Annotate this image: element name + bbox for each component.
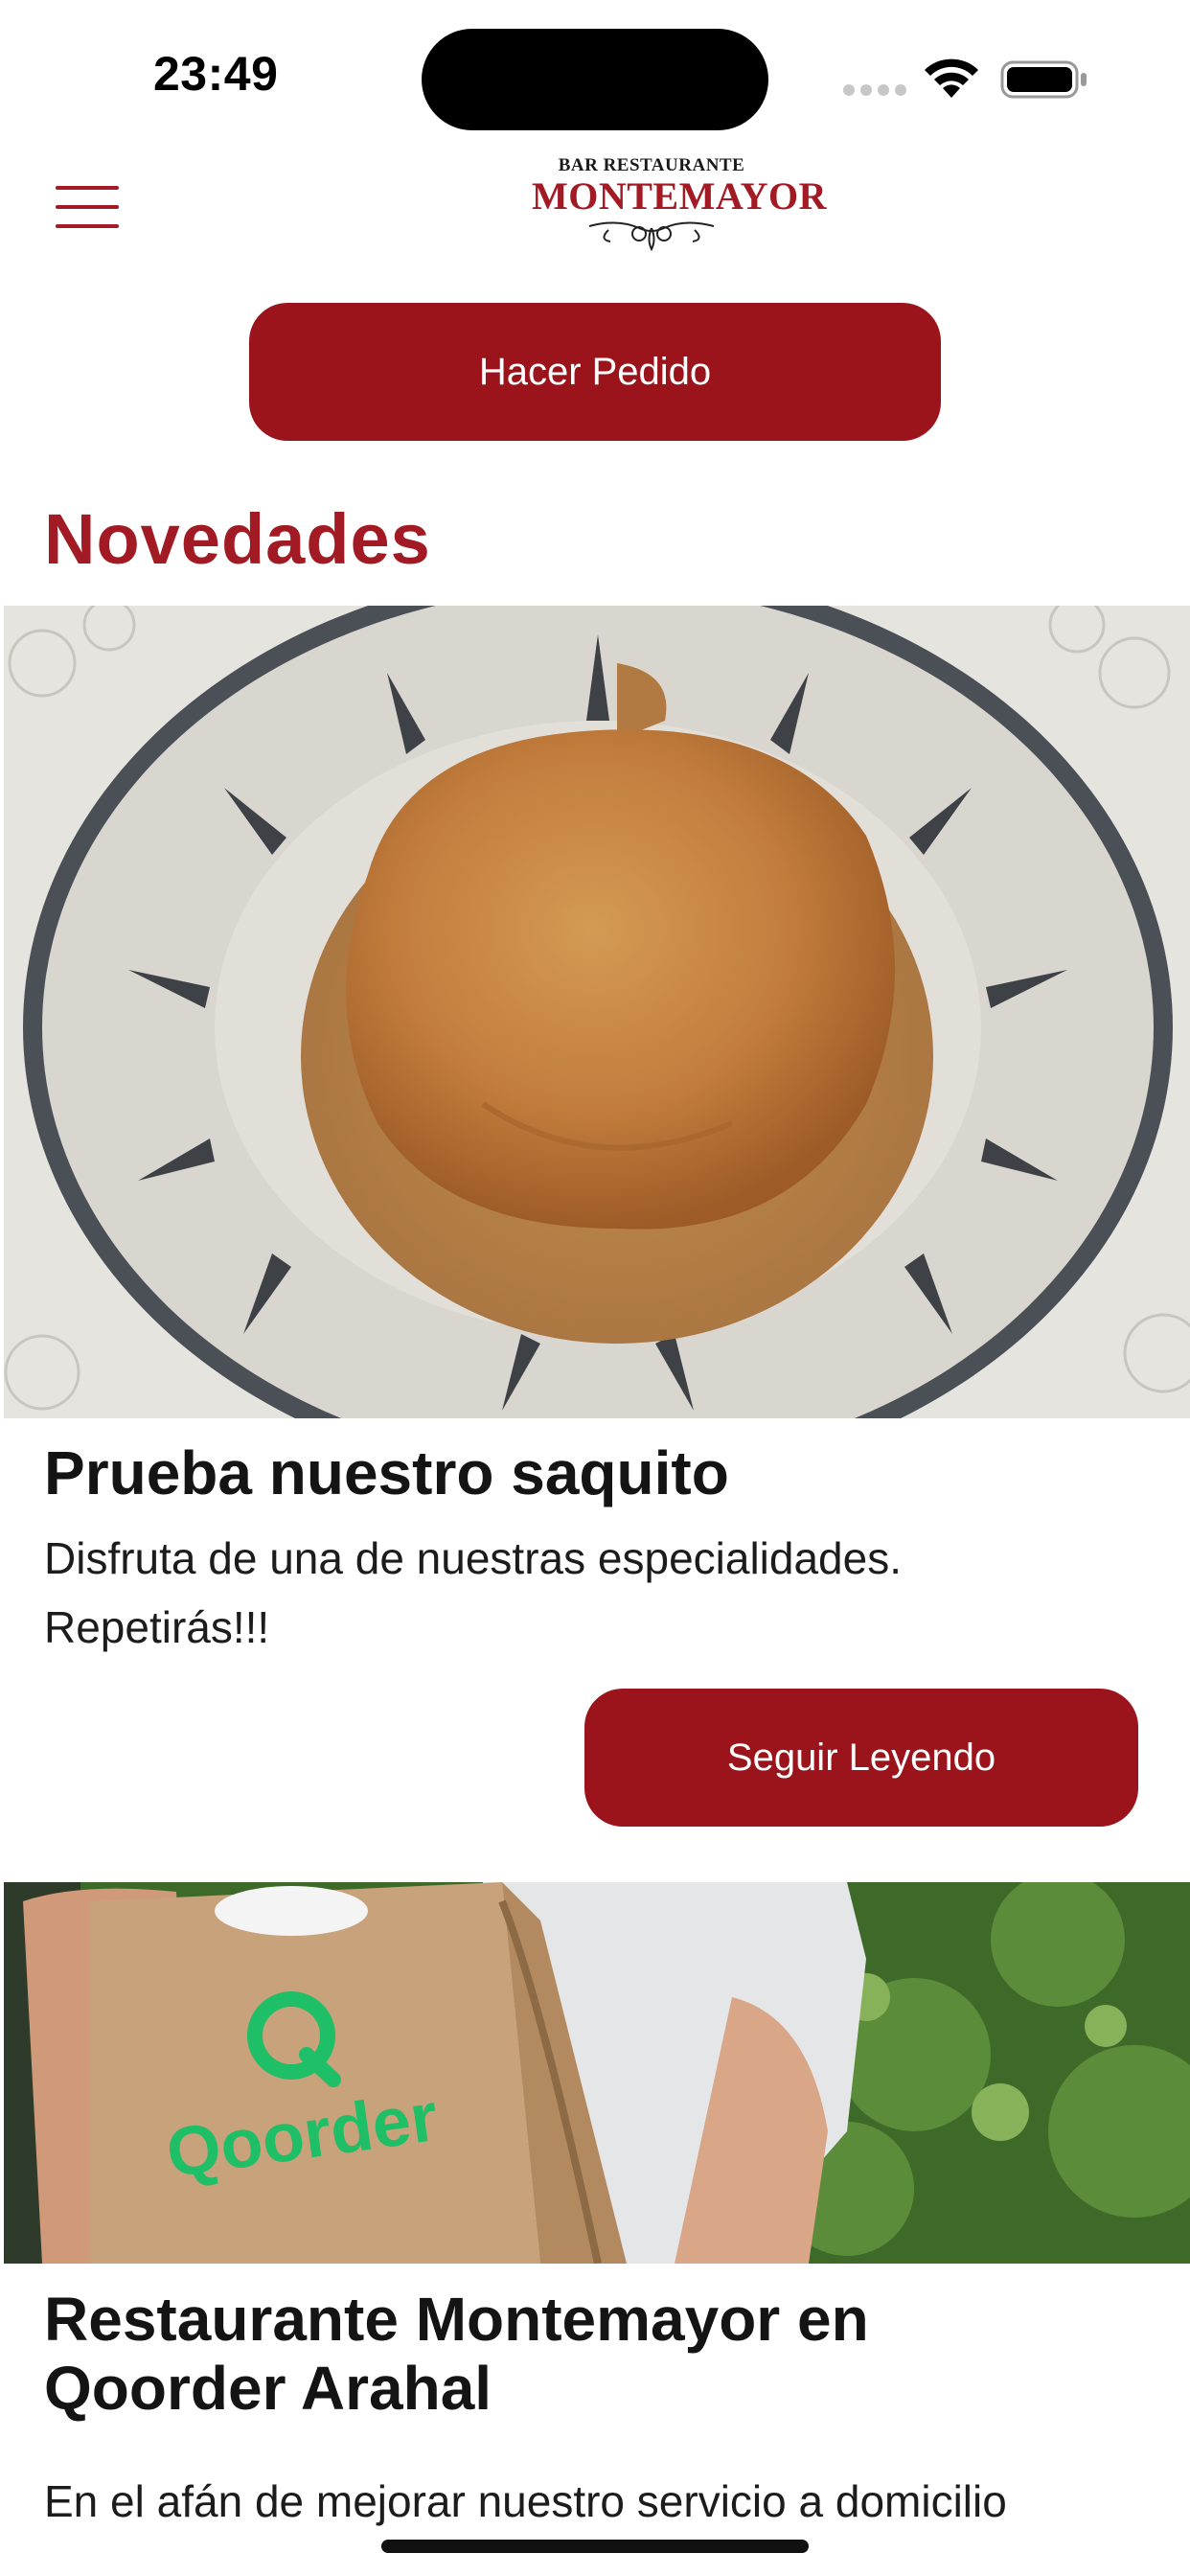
- battery-icon: [1000, 60, 1087, 99]
- home-indicator[interactable]: [381, 2540, 809, 2553]
- logo-main-text: MONTEMAYOR: [532, 174, 827, 218]
- wifi-icon: [925, 58, 978, 98]
- section-title: Novedades: [44, 499, 431, 579]
- news-image-qoorder[interactable]: Qoorder: [4, 1882, 1190, 2264]
- status-bar: 23:49: [0, 0, 1190, 144]
- logo-top-text: BAR RESTAURANTE: [558, 155, 745, 175]
- cellular-signal-icon: [843, 84, 906, 96]
- news-description: Disfruta de una de nuestras especialidad…: [44, 1533, 903, 1652]
- news-image-saquito[interactable]: [4, 606, 1190, 1418]
- order-button[interactable]: Hacer Pedido: [249, 303, 941, 441]
- logo-ornament-icon: [588, 221, 715, 251]
- news-title[interactable]: Prueba nuestro saquito: [44, 1438, 729, 1508]
- news-description: En el afán de mejorar nuestro servicio a…: [44, 2476, 1007, 2526]
- logo: BAR RESTAURANTE MONTEMAYOR: [532, 155, 827, 255]
- read-more-button[interactable]: Seguir Leyendo: [584, 1689, 1138, 1827]
- news-title[interactable]: Restaurante Montemayor en Qoorder Arahal: [44, 2285, 1117, 2423]
- status-time: 23:49: [153, 47, 279, 101]
- dynamic-island: [422, 29, 768, 130]
- hamburger-menu-icon[interactable]: [56, 184, 123, 230]
